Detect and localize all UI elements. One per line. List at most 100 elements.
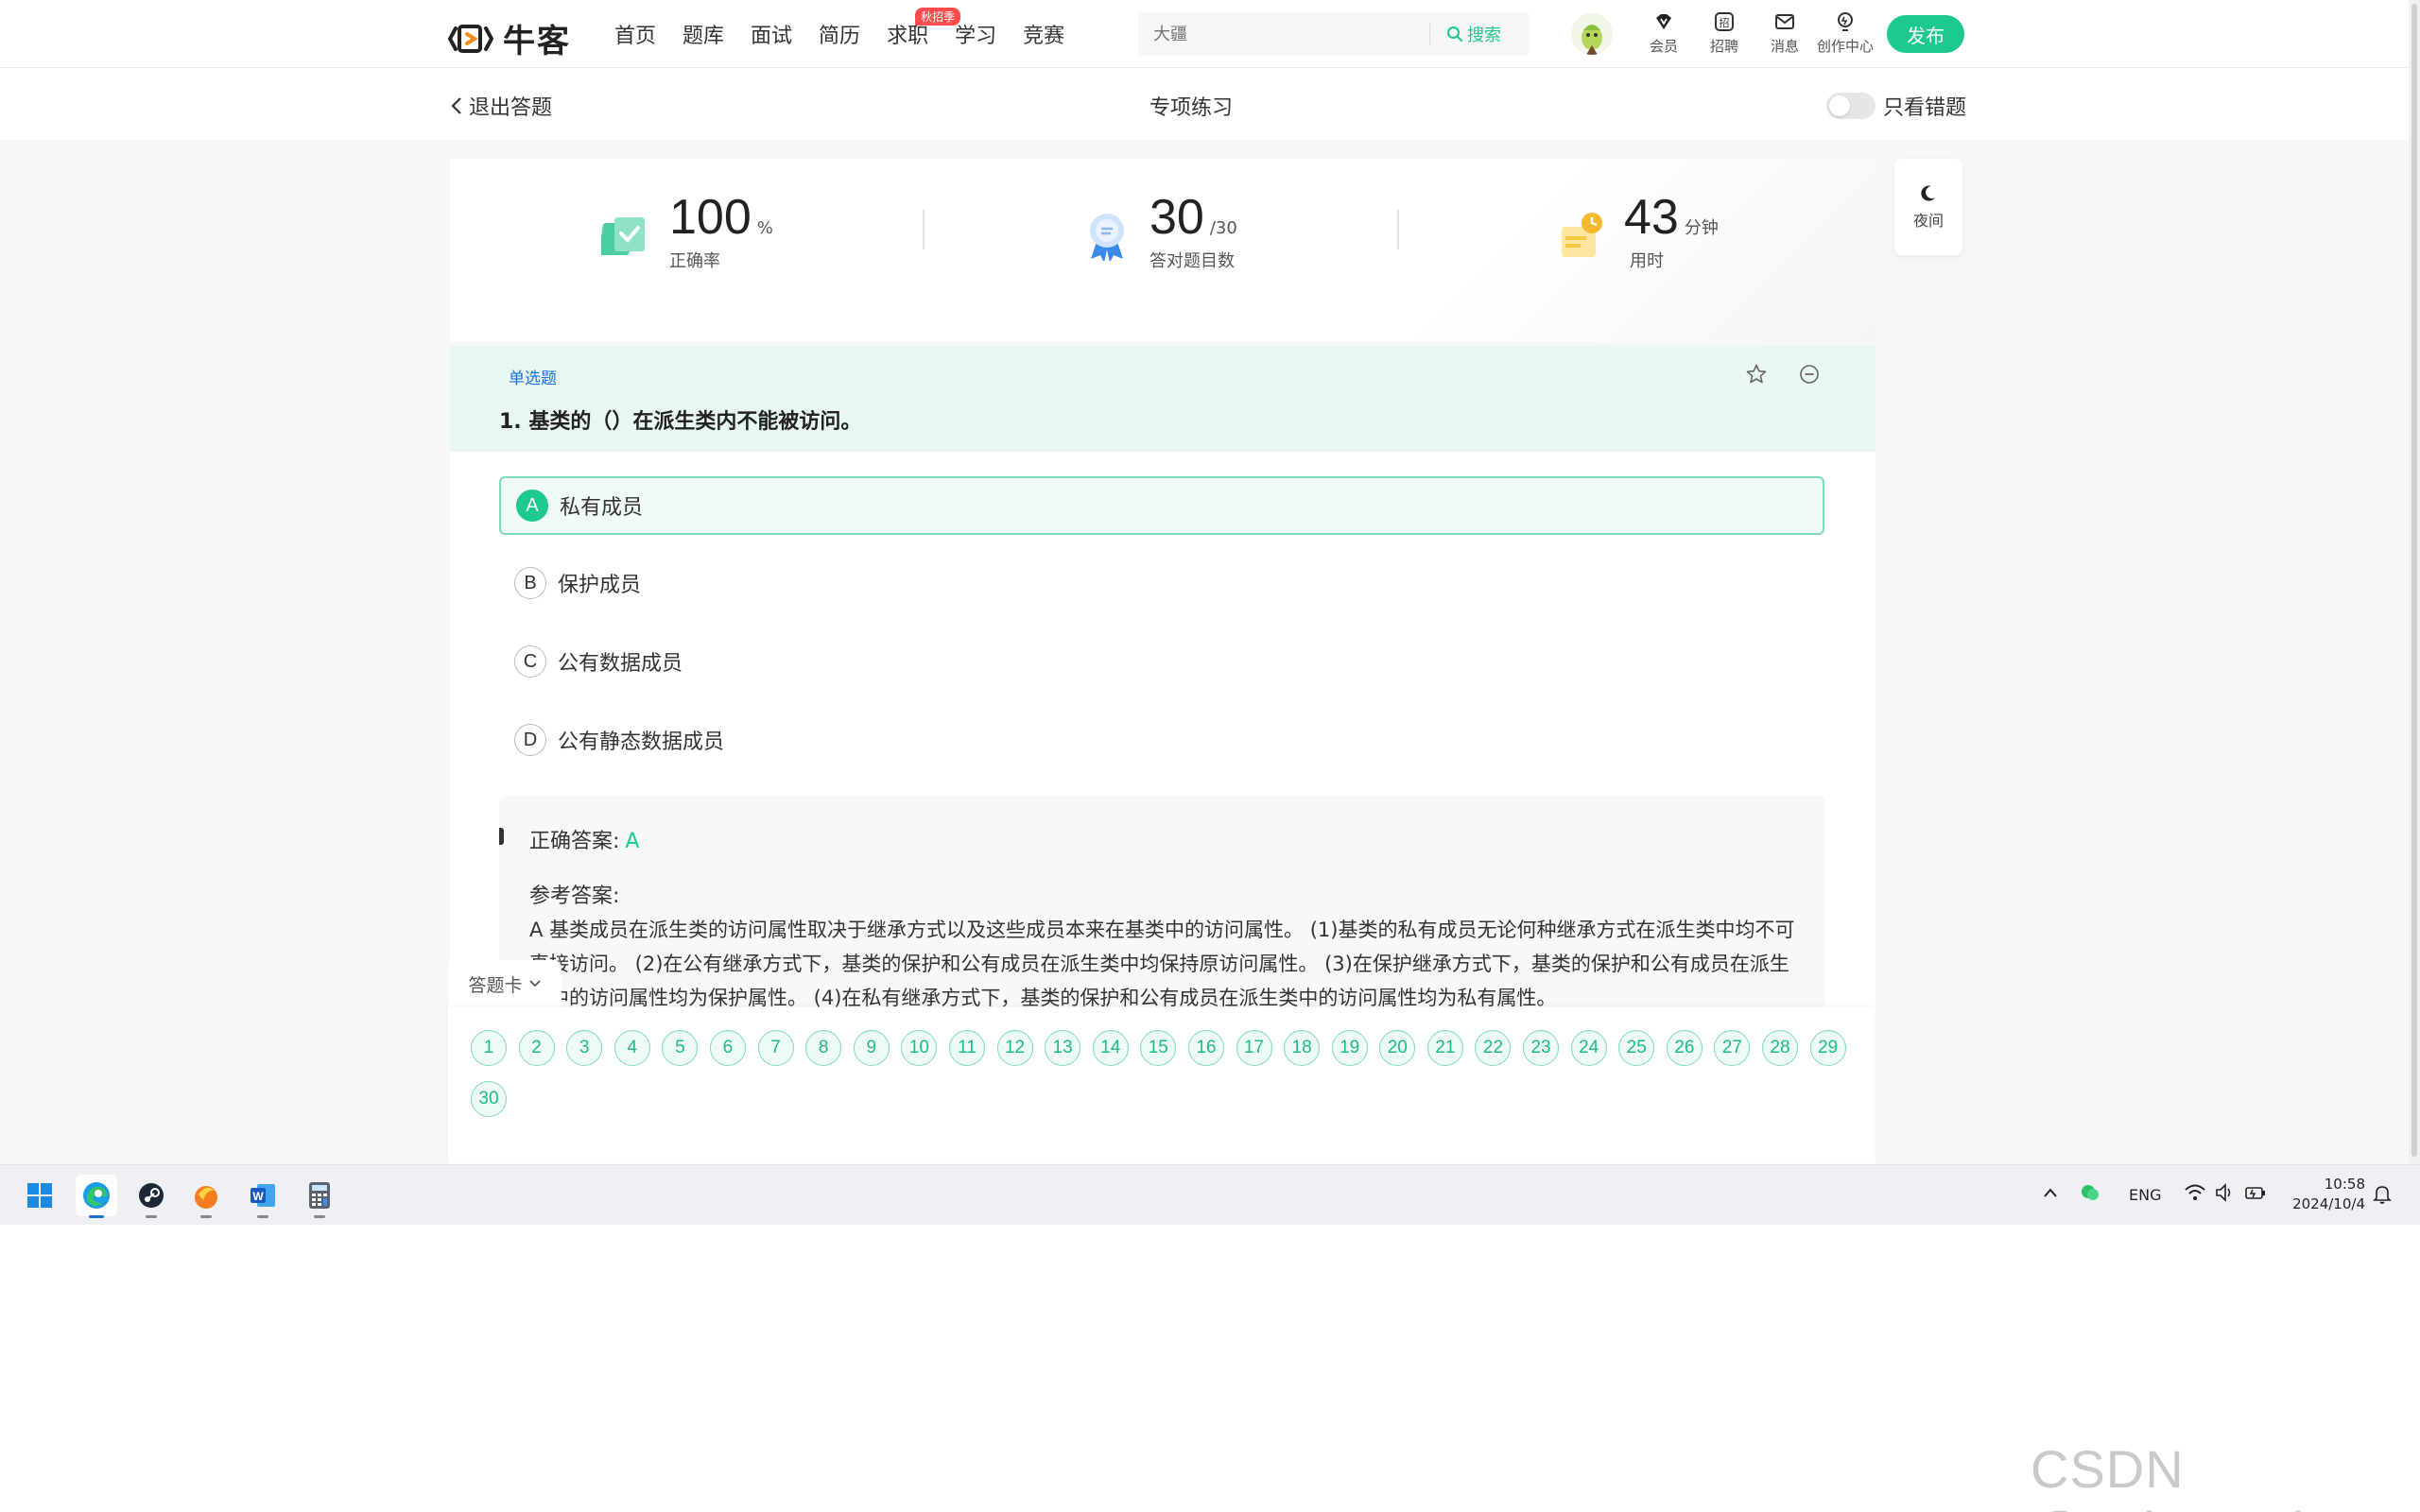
remove-circle-icon[interactable]	[1798, 363, 1821, 386]
taskbar-calculator[interactable]	[299, 1175, 340, 1218]
wifi-icon[interactable]	[2184, 1182, 2206, 1203]
exit-answering-link[interactable]: 退出答题	[450, 91, 552, 121]
answer-card-number[interactable]: 19	[1331, 1030, 1368, 1066]
answer-card-number[interactable]: 6	[709, 1030, 746, 1066]
mail-icon	[1772, 9, 1797, 34]
answer-card-number[interactable]: 29	[1809, 1030, 1846, 1066]
question-text: 1. 基类的（）在派生类内不能被访问。	[499, 410, 862, 434]
answer-card-number[interactable]: 24	[1570, 1030, 1607, 1066]
answer-card-number[interactable]: 20	[1379, 1030, 1416, 1066]
answer-card-number[interactable]: 17	[1236, 1030, 1272, 1066]
word-icon: W	[251, 1184, 275, 1207]
running-indicator	[314, 1215, 325, 1218]
wechat-tray-icon[interactable]	[2080, 1182, 2100, 1203]
system-clock[interactable]: 10:58 2024/10/4	[2290, 1175, 2365, 1214]
search-button[interactable]: 搜索	[1446, 22, 1501, 46]
option-a[interactable]: A 私有成员	[499, 476, 1824, 535]
publish-button[interactable]: 发布	[1887, 15, 1964, 53]
option-b[interactable]: B 保护成员	[499, 554, 1824, 612]
avatar[interactable]	[1571, 13, 1613, 55]
taskbar-steam[interactable]	[130, 1175, 172, 1218]
answer-card-number[interactable]: 3	[566, 1030, 603, 1066]
answer-card-number[interactable]: 7	[757, 1030, 794, 1066]
answer-card-number[interactable]: 18	[1284, 1030, 1321, 1066]
wrong-only-toggle[interactable]	[1826, 93, 1876, 119]
top-navbar: 牛客 首页 题库 面试 简历 求职 秋招季 学习 竞赛 搜索 会员	[0, 0, 2420, 68]
battery-icon[interactable]	[2244, 1182, 2267, 1203]
correct-count-unit: /30	[1209, 218, 1237, 238]
answer-card-number[interactable]: 10	[901, 1030, 938, 1066]
answer-card-number[interactable]: 5	[662, 1030, 699, 1066]
nav-interview[interactable]: 面试	[751, 19, 792, 49]
reference-answer-text: A 基类成员在派生类的访问属性取决于继承方式以及这些成员本来在基类中的访问属性。…	[529, 919, 1795, 1009]
answer-card-number[interactable]: 9	[853, 1030, 890, 1066]
correct-count-stat: 30/30 答对题目数	[1081, 189, 1237, 272]
recruit-entry[interactable]: 招 招聘	[1694, 9, 1754, 56]
search-divider	[1429, 24, 1430, 44]
csdn-watermark: CSDN @_shenash	[2031, 1439, 2322, 1512]
taskbar-word[interactable]: W	[242, 1175, 284, 1218]
speaker-icon[interactable]	[2214, 1182, 2235, 1203]
answer-card-number[interactable]: 13	[1045, 1030, 1081, 1066]
star-icon[interactable]	[1745, 363, 1768, 386]
notification-bell-icon[interactable]	[2373, 1184, 2392, 1205]
answer-card-number[interactable]: 27	[1714, 1030, 1751, 1066]
orange-app-icon	[195, 1186, 217, 1209]
top-icon-group: 会员 招 招聘 消息 创作中心	[1634, 9, 1876, 56]
option-text: 私有成员	[560, 496, 644, 520]
member-entry[interactable]: 会员	[1634, 9, 1694, 56]
answer-card-number[interactable]: 2	[518, 1030, 555, 1066]
avatar-icon	[1582, 25, 1602, 55]
moon-icon	[1921, 185, 1935, 201]
option-d[interactable]: D 公有静态数据成员	[499, 711, 1824, 769]
answer-card-number[interactable]: 23	[1523, 1030, 1560, 1066]
taskbar-edge[interactable]	[76, 1175, 117, 1218]
answer-explanation: 正确答案: A 参考答案: A 基类成员在派生类的访问属性取决于继承方式以及这些成…	[499, 796, 1824, 1022]
answer-card-number[interactable]: 16	[1187, 1030, 1224, 1066]
input-language[interactable]: ENG	[2129, 1186, 2161, 1204]
answer-card-number[interactable]: 15	[1140, 1030, 1177, 1066]
answer-card-number[interactable]: 14	[1092, 1030, 1129, 1066]
answer-card-grid: 1 2 3 4 5 6 7 8 9 10 11 12 13 14 15 16 17 18 19 20 21 22 23 24 2…	[471, 1030, 1860, 1117]
answer-card-toggle[interactable]: 答题卡	[448, 960, 562, 1007]
time-used-text: 43 分钟 用时	[1624, 189, 1719, 272]
answer-card-number[interactable]: 11	[948, 1030, 985, 1066]
answer-card-number[interactable]: 4	[614, 1030, 650, 1066]
option-c[interactable]: C 公有数据成员	[499, 632, 1824, 691]
logo[interactable]: 牛客	[448, 15, 571, 61]
answer-card-number[interactable]: 8	[805, 1030, 842, 1066]
answer-card-number[interactable]: 28	[1762, 1030, 1799, 1066]
taskbar-orange-app[interactable]	[185, 1175, 227, 1218]
nav-home[interactable]: 首页	[614, 19, 656, 49]
option-text: 公有数据成员	[558, 652, 683, 676]
answer-card-number[interactable]: 26	[1666, 1030, 1703, 1066]
nav-contest[interactable]: 竞赛	[1023, 19, 1064, 49]
start-button[interactable]	[19, 1175, 60, 1216]
correct-count-text: 30/30 答对题目数	[1150, 189, 1237, 272]
search-input[interactable]	[1153, 22, 1437, 46]
option-text: 保护成员	[558, 574, 642, 597]
answer-card-number[interactable]: 12	[996, 1030, 1033, 1066]
night-mode-button[interactable]: 夜间	[1894, 159, 1962, 255]
accuracy-label: 正确率	[669, 251, 720, 271]
active-indicator	[89, 1215, 104, 1218]
nav-question-bank[interactable]: 题库	[683, 19, 724, 49]
message-entry[interactable]: 消息	[1754, 9, 1815, 56]
accuracy-value: 100	[669, 190, 752, 245]
creator-center-label: 创作中心	[1816, 38, 1874, 55]
recruit-label: 招聘	[1709, 38, 1738, 55]
nav-resume[interactable]: 简历	[819, 19, 860, 49]
member-label: 会员	[1649, 38, 1678, 55]
answer-card-number[interactable]: 30	[471, 1081, 507, 1117]
nav-study[interactable]: 学习	[955, 19, 996, 49]
nav-job[interactable]: 求职 秋招季	[887, 8, 961, 49]
answer-card-number[interactable]: 1	[471, 1030, 507, 1066]
answer-card-number[interactable]: 22	[1475, 1030, 1512, 1066]
creator-center-entry[interactable]: 创作中心	[1815, 9, 1876, 56]
tray-chevron-up-icon[interactable]	[2042, 1186, 2059, 1199]
accuracy-unit: %	[756, 218, 773, 238]
answer-card-number[interactable]: 25	[1618, 1030, 1655, 1066]
answer-card-number[interactable]: 21	[1426, 1030, 1463, 1066]
scrollbar-thumb[interactable]	[2411, 4, 2417, 1157]
answer-marker	[499, 828, 504, 845]
